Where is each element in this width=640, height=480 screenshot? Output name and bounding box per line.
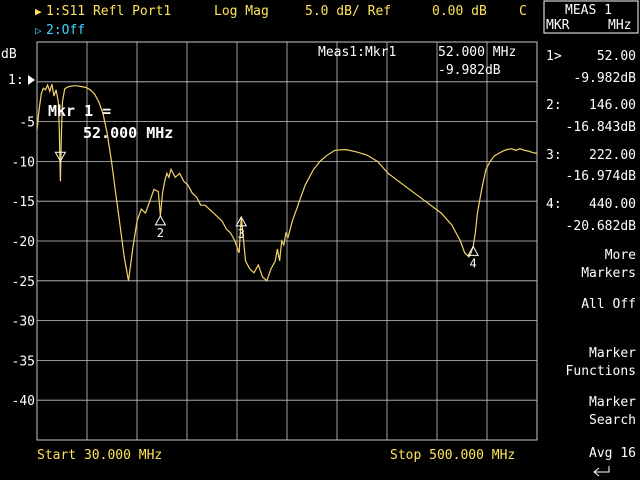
y-tick-label: -5 xyxy=(19,116,35,131)
marker4-label: 4: xyxy=(546,197,562,212)
marker-search-line1: Marker xyxy=(589,395,636,410)
avg-softkey[interactable]: Avg 16 xyxy=(545,440,638,462)
channel-label: C xyxy=(519,4,527,19)
marker-functions-line2: Functions xyxy=(566,364,636,379)
trace2-indicator[interactable]: ▷ xyxy=(35,24,42,37)
marker-search-line2: Search xyxy=(589,413,636,428)
trace1-active-indicator[interactable]: ▶ xyxy=(35,5,42,18)
marker2-frequency: 146.00 xyxy=(589,98,636,113)
marker3-frequency: 222.00 xyxy=(589,148,636,163)
avg-label: Avg 16 xyxy=(589,446,636,461)
marker-search-softkey[interactable]: Marker Search xyxy=(545,390,638,430)
vna-screen: ▶ 1:S11 Refl Port1 Log Mag 5.0 dB/ Ref 0… xyxy=(1,0,639,477)
y-tick-label: -35 xyxy=(12,354,35,369)
more-markers-line1: More xyxy=(605,248,636,263)
marker4-frequency: 440.00 xyxy=(589,197,636,212)
meas-title-unit: MHz xyxy=(608,18,631,33)
y-tick-label: -20 xyxy=(12,235,35,250)
y-unit-label: dB xyxy=(1,47,17,62)
meas-label: Meas1:Mkr1 xyxy=(318,45,396,60)
marker3-label: 3: xyxy=(546,148,562,163)
meas-frequency: 52.000 MHz xyxy=(438,45,516,60)
side-panel: MEAS 1 MKR MHz 1> 52.00 -9.982dB 2: 146.… xyxy=(543,0,639,477)
return-arrow-icon[interactable] xyxy=(593,466,610,477)
more-markers-line2: Markers xyxy=(581,266,636,281)
marker4-value: -20.682dB xyxy=(566,219,637,234)
active-marker-frequency: 52.000 MHz xyxy=(83,124,173,142)
stop-frequency[interactable]: Stop 500.000 MHz xyxy=(390,448,515,463)
y-axis-tick-labels: -5 -10 -15 -20 -25 -30 -35 -40 xyxy=(12,116,35,410)
marker2-value: -16.843dB xyxy=(566,120,637,135)
format-label[interactable]: Log Mag xyxy=(214,4,269,19)
marker-functions-softkey[interactable]: Marker Functions xyxy=(545,341,638,381)
marker-group: 2 3 4 xyxy=(54,151,480,270)
active-marker-readout: Mkr 1 = xyxy=(48,102,111,120)
marker3-value: -16.974dB xyxy=(566,169,637,184)
ref-position-arrow-icon xyxy=(28,75,35,85)
y-tick-label: -10 xyxy=(12,155,35,170)
marker2-label: 2: xyxy=(546,98,562,113)
ref-position-label: 1: xyxy=(8,73,24,88)
y-tick-label: -25 xyxy=(12,275,35,290)
y-tick-label: -30 xyxy=(12,315,35,330)
marker-2-label: 2 xyxy=(157,226,164,240)
grid-lines xyxy=(37,42,537,440)
marker1-label: 1> xyxy=(546,49,562,64)
ref-value-label[interactable]: 0.00 dB xyxy=(432,4,487,19)
trace2-label[interactable]: 2:Off xyxy=(46,23,85,38)
meas-value: -9.982dB xyxy=(438,63,501,78)
all-off-softkey[interactable]: All Off xyxy=(545,290,638,316)
marker1-value: -9.982dB xyxy=(573,71,636,86)
marker-3-label: 3 xyxy=(238,227,245,241)
all-off-label: All Off xyxy=(581,297,636,312)
y-tick-label: -15 xyxy=(12,195,35,210)
y-tick-label: -40 xyxy=(12,394,35,409)
trace1-label[interactable]: 1:S11 Refl Port1 xyxy=(46,4,171,19)
marker-2-triangle xyxy=(154,214,167,226)
marker-4-label: 4 xyxy=(470,256,477,270)
more-markers-softkey[interactable]: More Markers xyxy=(545,243,638,283)
meas-title: MEAS 1 xyxy=(565,3,612,18)
scale-label[interactable]: 5.0 dB/ Ref xyxy=(305,4,391,19)
meas-title-mkr: MKR xyxy=(546,18,570,33)
marker1-frequency: 52.00 xyxy=(597,49,636,64)
start-frequency[interactable]: Start 30.000 MHz xyxy=(37,448,162,463)
marker-functions-line1: Marker xyxy=(589,346,636,361)
